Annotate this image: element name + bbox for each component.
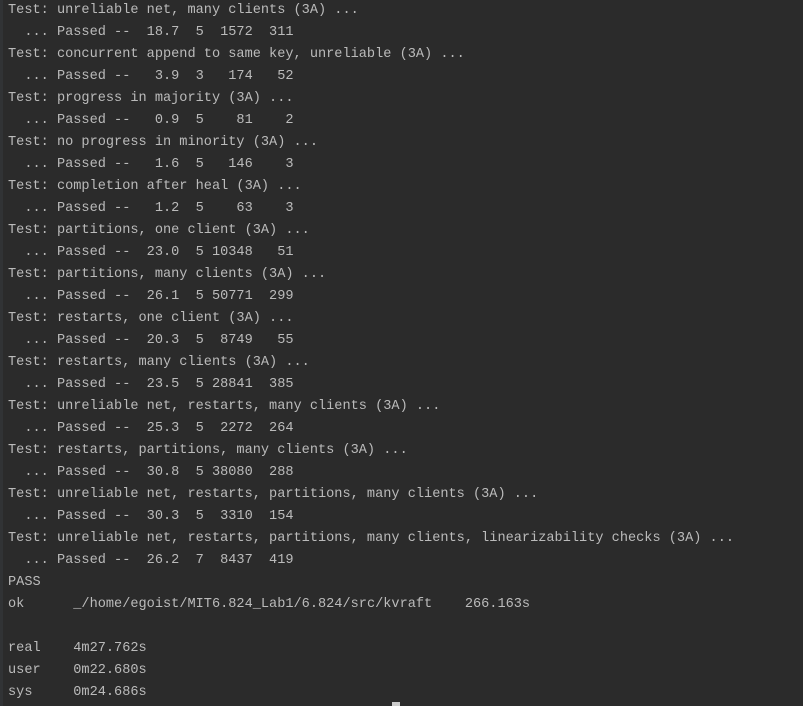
- terminal-line: ... Passed -- 26.2 7 8437 419: [8, 553, 294, 568]
- terminal-line: sys 0m24.686s: [8, 685, 147, 700]
- terminal-line: Test: unreliable net, restarts, many cli…: [8, 399, 441, 414]
- terminal-line: ... Passed -- 20.3 5 8749 55: [8, 333, 294, 348]
- terminal-line: user 0m22.680s: [8, 663, 147, 678]
- terminal-line: Test: no progress in minority (3A) ...: [8, 135, 318, 150]
- terminal-line: ... Passed -- 23.0 5 10348 51: [8, 245, 294, 260]
- terminal-line: ... Passed -- 0.9 5 81 2: [8, 113, 294, 128]
- terminal-line: ... Passed -- 18.7 5 1572 311: [8, 25, 294, 40]
- left-gutter: [0, 0, 3, 706]
- terminal-line: ... Passed -- 30.8 5 38080 288: [8, 465, 294, 480]
- terminal-line: ok _/home/egoist/MIT6.824_Lab1/6.824/src…: [8, 597, 531, 612]
- terminal-line: Test: restarts, many clients (3A) ...: [8, 355, 310, 370]
- terminal-line: Test: partitions, many clients (3A) ...: [8, 267, 327, 282]
- terminal-line: Test: progress in majority (3A) ...: [8, 91, 294, 106]
- terminal-line: Test: completion after heal (3A) ...: [8, 179, 302, 194]
- terminal-line: ... Passed -- 1.6 5 146 3: [8, 157, 294, 172]
- terminal-line: ... Passed -- 25.3 5 2272 264: [8, 421, 294, 436]
- terminal-line: Test: concurrent append to same key, unr…: [8, 47, 465, 62]
- terminal-line: ... Passed -- 1.2 5 63 3: [8, 201, 294, 216]
- terminal-line: ... Passed -- 30.3 5 3310 154: [8, 509, 294, 524]
- terminal-line: Test: restarts, partitions, many clients…: [8, 443, 408, 458]
- terminal-line: ... Passed -- 26.1 5 50771 299: [8, 289, 294, 304]
- terminal-line: Test: unreliable net, many clients (3A) …: [8, 3, 359, 18]
- terminal-line: ... Passed -- 3.9 3 174 52: [8, 69, 294, 84]
- terminal-line: Test: partitions, one client (3A) ...: [8, 223, 310, 238]
- terminal-line: Test: unreliable net, restarts, partitio…: [8, 487, 539, 502]
- terminal-line: Test: restarts, one client (3A) ...: [8, 311, 294, 326]
- terminal-line: PASS: [8, 575, 41, 590]
- terminal-line: ... Passed -- 23.5 5 28841 385: [8, 377, 294, 392]
- terminal-cursor: [392, 702, 400, 706]
- terminal-line: Test: unreliable net, restarts, partitio…: [8, 531, 735, 546]
- terminal-output[interactable]: Test: unreliable net, many clients (3A) …: [8, 0, 734, 704]
- terminal-line: real 4m27.762s: [8, 641, 147, 656]
